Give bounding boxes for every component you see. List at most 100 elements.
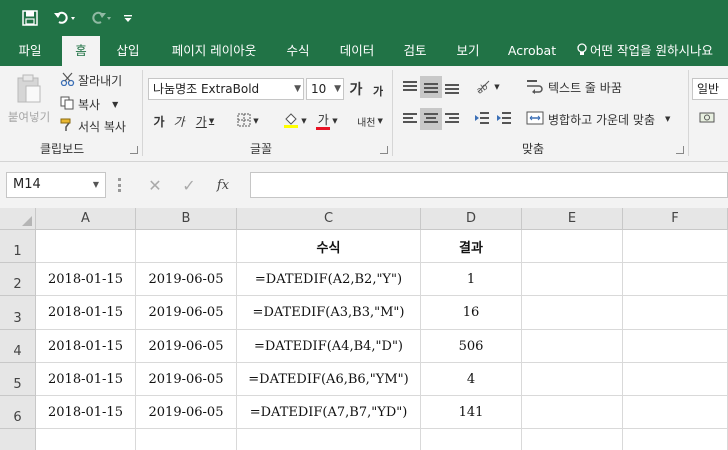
- tab-review[interactable]: 검토: [396, 36, 434, 66]
- cell-f3[interactable]: [623, 296, 728, 330]
- row-header-5[interactable]: 5: [0, 363, 36, 396]
- alignment-dialog-launcher[interactable]: [676, 146, 684, 154]
- wrap-text-button[interactable]: 텍스트 줄 바꿈: [526, 76, 622, 98]
- cancel-icon[interactable]: ✕: [138, 176, 172, 195]
- undo-icon[interactable]: [50, 6, 80, 30]
- cell-f7[interactable]: [623, 429, 728, 450]
- align-center-button[interactable]: [420, 108, 442, 130]
- format-painter-button[interactable]: 서식 복사: [60, 116, 126, 136]
- cell-a7[interactable]: [36, 429, 136, 450]
- font-color-button[interactable]: 가 ▼: [312, 110, 342, 132]
- align-middle-button[interactable]: [420, 76, 442, 98]
- cell-f1[interactable]: [623, 230, 728, 263]
- shrink-font-button[interactable]: 가: [368, 80, 388, 102]
- cell-e5[interactable]: [522, 363, 623, 396]
- formula-input[interactable]: [250, 172, 728, 198]
- cell-c2[interactable]: =DATEDIF(A2,B2,"Y"): [237, 263, 421, 296]
- cell-d6[interactable]: 141: [421, 396, 522, 429]
- tab-acrobat[interactable]: Acrobat: [502, 36, 562, 66]
- align-right-button[interactable]: [442, 108, 462, 130]
- underline-button[interactable]: 가 ▼: [192, 110, 218, 132]
- grow-font-button[interactable]: 가: [346, 78, 366, 100]
- cell-e6[interactable]: [522, 396, 623, 429]
- cell-b2[interactable]: 2019-06-05: [136, 263, 237, 296]
- save-icon[interactable]: [18, 6, 42, 30]
- cell-f5[interactable]: [623, 363, 728, 396]
- cell-a5[interactable]: 2018-01-15: [36, 363, 136, 396]
- tab-data[interactable]: 데이터: [332, 36, 382, 66]
- align-bottom-button[interactable]: [442, 76, 462, 98]
- cell-e4[interactable]: [522, 330, 623, 363]
- copy-button[interactable]: 복사 ▼: [60, 94, 118, 114]
- cell-a2[interactable]: 2018-01-15: [36, 263, 136, 296]
- italic-button[interactable]: 가: [170, 110, 188, 132]
- cell-d5[interactable]: 4: [421, 363, 522, 396]
- cell-f2[interactable]: [623, 263, 728, 296]
- cell-a1[interactable]: [36, 230, 136, 263]
- font-size-select[interactable]: 10 ▼: [306, 78, 344, 100]
- check-icon[interactable]: ✓: [172, 176, 206, 195]
- cell-b1[interactable]: [136, 230, 237, 263]
- row-header-4[interactable]: 4: [0, 330, 36, 363]
- tab-page-layout[interactable]: 페이지 레이아웃: [162, 36, 266, 66]
- row-header-1[interactable]: 1: [0, 230, 36, 263]
- select-all-button[interactable]: [0, 208, 36, 230]
- cell-c6[interactable]: =DATEDIF(A7,B7,"YD"): [237, 396, 421, 429]
- row-header-2[interactable]: 2: [0, 263, 36, 296]
- cell-b3[interactable]: 2019-06-05: [136, 296, 237, 330]
- customize-quick-access-icon[interactable]: [120, 6, 136, 30]
- insert-function-button[interactable]: fx: [206, 178, 240, 193]
- cell-b7[interactable]: [136, 429, 237, 450]
- cell-a4[interactable]: 2018-01-15: [36, 330, 136, 363]
- cell-f4[interactable]: [623, 330, 728, 363]
- fill-color-button[interactable]: ▼: [280, 110, 310, 132]
- align-left-button[interactable]: [400, 108, 420, 130]
- cell-b4[interactable]: 2019-06-05: [136, 330, 237, 363]
- tab-view[interactable]: 보기: [448, 36, 488, 66]
- tab-home[interactable]: 홈: [62, 36, 100, 66]
- cell-e1[interactable]: [522, 230, 623, 263]
- cell-d3[interactable]: 16: [421, 296, 522, 330]
- cell-d2[interactable]: 1: [421, 263, 522, 296]
- bold-button[interactable]: 가: [150, 110, 168, 132]
- redo-icon[interactable]: [86, 6, 116, 30]
- tab-insert[interactable]: 삽입: [108, 36, 148, 66]
- phonetic-guide-button[interactable]: 내천 ▼: [354, 108, 386, 134]
- cell-c4[interactable]: =DATEDIF(A4,B4,"D"): [237, 330, 421, 363]
- cell-d1[interactable]: 결과: [421, 230, 522, 263]
- number-format-select[interactable]: 일반: [692, 78, 728, 100]
- cell-b6[interactable]: 2019-06-05: [136, 396, 237, 429]
- column-header-e[interactable]: E: [522, 208, 623, 230]
- name-box[interactable]: M14 ▼: [6, 172, 106, 198]
- cell-d4[interactable]: 506: [421, 330, 522, 363]
- row-header-6[interactable]: 6: [0, 396, 36, 429]
- row-header-3[interactable]: 3: [0, 296, 36, 330]
- increase-indent-button[interactable]: [494, 108, 514, 130]
- font-name-select[interactable]: 나눔명조 ExtraBold ▼: [148, 78, 304, 100]
- cell-c1[interactable]: 수식: [237, 230, 421, 263]
- column-header-f[interactable]: F: [623, 208, 728, 230]
- cell-b5[interactable]: 2019-06-05: [136, 363, 237, 396]
- tab-file[interactable]: 파일: [8, 36, 52, 66]
- column-header-c[interactable]: C: [237, 208, 421, 230]
- cell-c5[interactable]: =DATEDIF(A6,B6,"YM"): [237, 363, 421, 396]
- tab-formulas[interactable]: 수식: [278, 36, 318, 66]
- cell-a6[interactable]: 2018-01-15: [36, 396, 136, 429]
- cell-c7[interactable]: [237, 429, 421, 450]
- tell-me-search[interactable]: 어떤 작업을 원하시나요: [576, 36, 728, 66]
- row-header-7[interactable]: [0, 429, 36, 450]
- accounting-format-button[interactable]: [694, 108, 724, 130]
- decrease-indent-button[interactable]: [472, 108, 492, 130]
- paste-button[interactable]: 붙여넣기: [6, 70, 52, 128]
- column-header-d[interactable]: D: [421, 208, 522, 230]
- borders-button[interactable]: ▼: [234, 110, 262, 132]
- column-header-b[interactable]: B: [136, 208, 237, 230]
- cell-e7[interactable]: [522, 429, 623, 450]
- merge-center-button[interactable]: 병합하고 가운데 맞춤 ▼: [526, 108, 670, 130]
- column-header-a[interactable]: A: [36, 208, 136, 230]
- cell-e3[interactable]: [522, 296, 623, 330]
- cut-button[interactable]: 잘라내기: [60, 70, 122, 90]
- cell-c3[interactable]: =DATEDIF(A3,B3,"M"): [237, 296, 421, 330]
- cell-e2[interactable]: [522, 263, 623, 296]
- clipboard-dialog-launcher[interactable]: [130, 146, 138, 154]
